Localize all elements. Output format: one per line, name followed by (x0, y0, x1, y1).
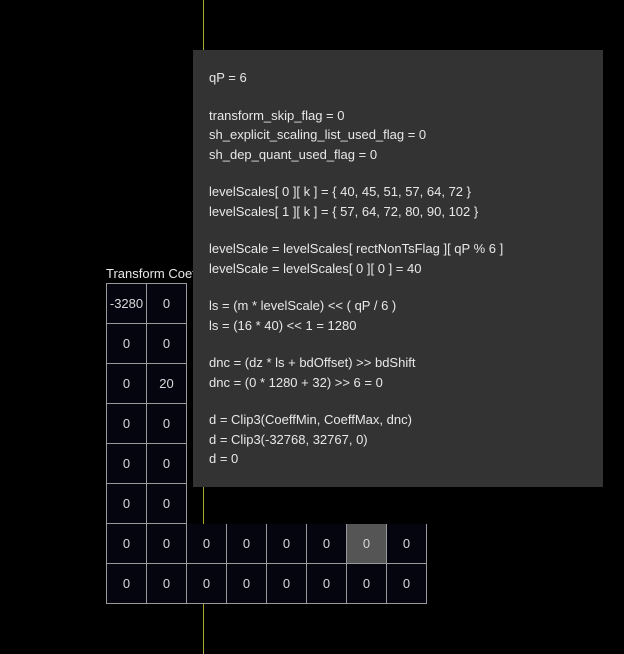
table-row: 00000000 (107, 564, 427, 604)
coeff-cell[interactable]: 0 (307, 564, 347, 604)
tooltip-line: d = Clip3(-32768, 32767, 0) (209, 430, 587, 450)
coeff-cell[interactable]: 0 (147, 324, 187, 364)
table-row: 00 (107, 484, 427, 524)
tooltip-line: d = Clip3(CoeffMin, CoeffMax, dnc) (209, 410, 587, 430)
coeff-cell[interactable]: -3280 (107, 284, 147, 324)
coeff-cell[interactable]: 0 (147, 524, 187, 564)
table-title: Transform Coeffs (106, 266, 206, 281)
coeff-cell[interactable]: 0 (347, 564, 387, 604)
tooltip-line: levelScale = levelScales[ 0 ][ 0 ] = 40 (209, 259, 587, 279)
tooltip-line: transform_skip_flag = 0 (209, 106, 587, 126)
tooltip-line: dnc = (dz * ls + bdOffset) >> bdShift (209, 353, 587, 373)
coeff-cell[interactable]: 0 (107, 404, 147, 444)
coeff-cell[interactable]: 0 (147, 564, 187, 604)
tooltip-line: qP = 6 (209, 68, 587, 88)
coeff-cell[interactable]: 0 (107, 364, 147, 404)
coeff-cell[interactable]: 0 (147, 444, 187, 484)
coeff-cell[interactable]: 20 (147, 364, 187, 404)
coeff-cell[interactable]: 0 (187, 564, 227, 604)
coeff-cell[interactable]: 0 (107, 564, 147, 604)
coeff-cell[interactable]: 0 (267, 524, 307, 564)
coeff-cell[interactable]: 0 (387, 564, 427, 604)
coeff-cell[interactable]: 0 (227, 564, 267, 604)
tooltip-line: ls = (m * levelScale) << ( qP / 6 ) (209, 296, 587, 316)
tooltip-line: ls = (16 * 40) << 1 = 1280 (209, 316, 587, 336)
tooltip-line: levelScale = levelScales[ rectNonTsFlag … (209, 239, 587, 259)
table-row: 00000000 (107, 524, 427, 564)
coeff-cell[interactable]: 0 (227, 524, 267, 564)
coeff-cell[interactable]: 0 (307, 524, 347, 564)
tooltip-line: dnc = (0 * 1280 + 32) >> 6 = 0 (209, 373, 587, 393)
coeff-cell[interactable]: 0 (347, 524, 387, 564)
tooltip-line: sh_dep_quant_used_flag = 0 (209, 145, 587, 165)
tooltip-line: sh_explicit_scaling_list_used_flag = 0 (209, 125, 587, 145)
coeff-cell[interactable]: 0 (187, 524, 227, 564)
tooltip-line: levelScales[ 0 ][ k ] = { 40, 45, 51, 57… (209, 182, 587, 202)
coeff-cell[interactable]: 0 (387, 524, 427, 564)
tooltip-line: levelScales[ 1 ][ k ] = { 57, 64, 72, 80… (209, 202, 587, 222)
coeff-cell[interactable]: 0 (147, 404, 187, 444)
coeff-cell[interactable]: 0 (107, 484, 147, 524)
coeff-cell[interactable]: 0 (107, 324, 147, 364)
coeff-cell[interactable]: 0 (107, 524, 147, 564)
coeff-cell[interactable]: 0 (147, 484, 187, 524)
info-tooltip: qP = 6 transform_skip_flag = 0sh_explicit… (193, 50, 603, 487)
coeff-cell[interactable]: 0 (107, 444, 147, 484)
coeff-cell[interactable]: 0 (147, 284, 187, 324)
tooltip-line: d = 0 (209, 449, 587, 469)
coeff-cell[interactable]: 0 (267, 564, 307, 604)
